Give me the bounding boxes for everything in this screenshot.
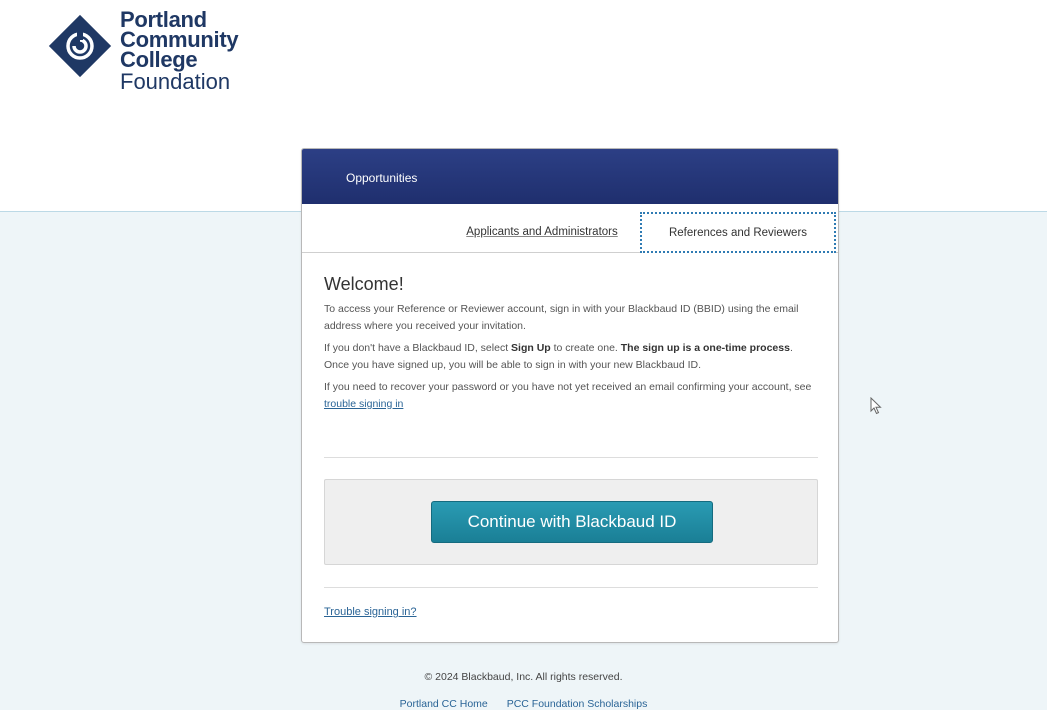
tab-references-and-reviewers[interactable]: References and Reviewers <box>640 212 836 253</box>
intro-paragraph: To access your Reference or Reviewer acc… <box>324 303 799 332</box>
tab-label: References and Reviewers <box>668 226 808 239</box>
signin-card: Opportunities Applicants and Administrat… <box>301 148 839 643</box>
card-header-title: Opportunities <box>346 171 418 185</box>
divider <box>324 457 818 458</box>
one-time-process-note: The sign up is a one-time process <box>620 342 790 354</box>
logo-wordmark: Portland Community College Foundation <box>120 9 239 94</box>
card-header: Opportunities <box>302 149 838 204</box>
logo-line-college: College <box>120 47 198 72</box>
recovery-paragraph: If you need to recover your password or … <box>324 379 820 412</box>
trouble-signing-in-link[interactable]: Trouble signing in? <box>324 606 417 618</box>
signup-text-mid: to create one. <box>550 342 621 354</box>
divider <box>324 587 818 588</box>
footer-links: Portland CC Home PCC Foundation Scholars… <box>0 698 1047 710</box>
welcome-content: Welcome! To access your Reference or Rev… <box>324 274 820 418</box>
recovery-text: If you need to recover your password or … <box>324 381 812 393</box>
footer-link-portland-cc-home[interactable]: Portland CC Home <box>400 698 488 710</box>
tab-applicants-and-administrators[interactable]: Applicants and Administrators <box>452 212 632 251</box>
mouse-pointer-icon <box>870 397 882 415</box>
pcc-spiral-diamond-icon <box>48 14 112 78</box>
continue-with-blackbaud-id-button[interactable]: Continue with Blackbaud ID <box>431 501 713 543</box>
tab-label: Applicants and Administrators <box>466 225 618 238</box>
pcc-foundation-logo[interactable]: Portland Community College Foundation <box>44 9 284 110</box>
signup-paragraph: If you don't have a Blackbaud ID, select… <box>324 340 820 373</box>
trouble-signing-in-inline-link[interactable]: trouble signing in <box>324 398 403 410</box>
signup-text-start: If you don't have a Blackbaud ID, select <box>324 342 512 354</box>
welcome-heading: Welcome! <box>324 274 404 294</box>
footer-link-pcc-foundation-scholarships[interactable]: PCC Foundation Scholarships <box>507 698 648 710</box>
logo-line-foundation: Foundation <box>120 69 231 94</box>
copyright-notice: © 2024 Blackbaud, Inc. All rights reserv… <box>424 671 623 683</box>
signup-term: Sign Up <box>511 342 551 354</box>
signin-tabs: Applicants and Administrators References… <box>302 204 838 253</box>
continue-action-panel: Continue with Blackbaud ID <box>324 479 818 565</box>
